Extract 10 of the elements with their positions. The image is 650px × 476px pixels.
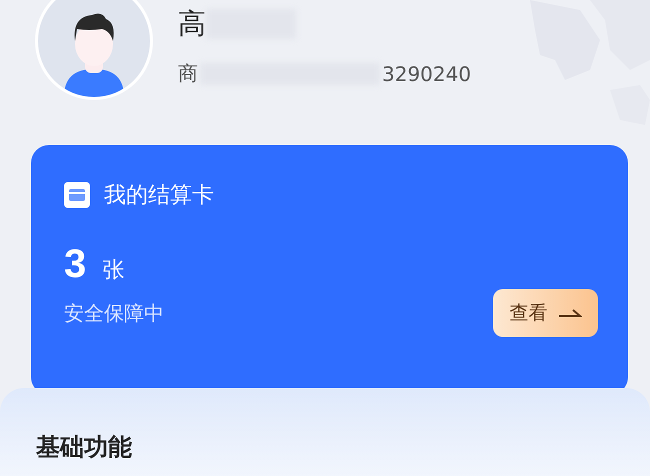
section-title: 基础功能 [36,433,132,461]
card-icon [64,182,90,208]
card-title: 我的结算卡 [104,182,214,210]
card-count: 3 [64,242,86,287]
merchant-number: 3290240 [382,62,472,86]
merchant-label: 商 [178,60,198,87]
user-name: 高 [178,6,206,42]
security-status: 安全保障中 [64,300,164,326]
view-button[interactable]: 查看 [493,289,598,337]
count-unit: 张 [102,257,124,285]
